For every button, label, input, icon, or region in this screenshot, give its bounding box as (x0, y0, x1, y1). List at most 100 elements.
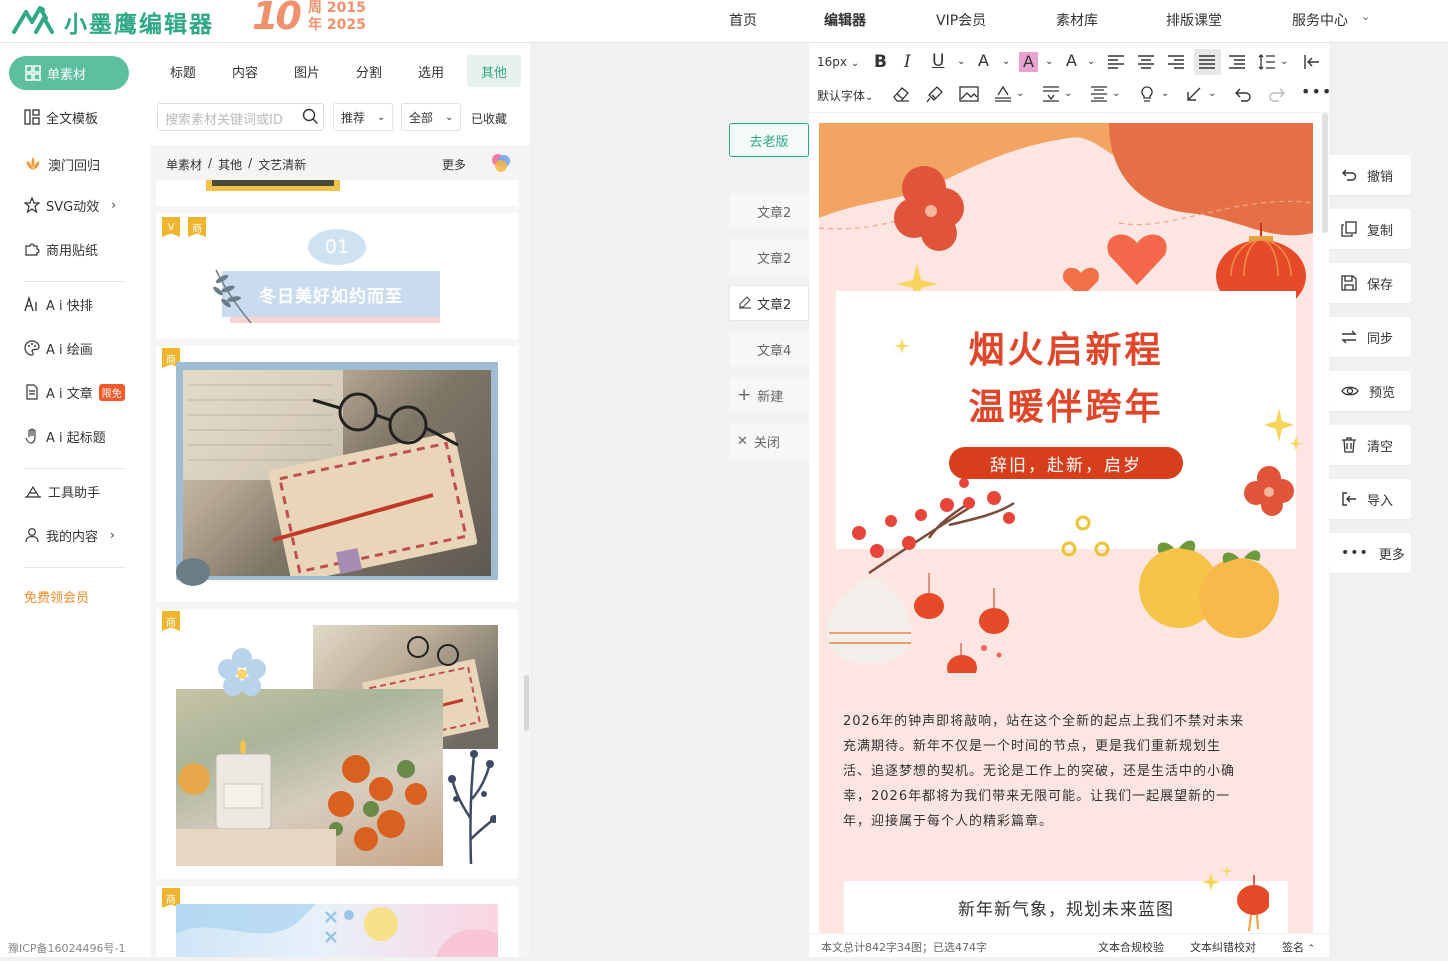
import-button[interactable]: 导入 (1329, 479, 1411, 519)
exit-icon[interactable] (1303, 53, 1321, 71)
more-link[interactable]: 更多 (442, 156, 466, 173)
chevron-down-icon[interactable]: ⌄ (1161, 88, 1169, 99)
spacing-icon[interactable] (1041, 85, 1061, 103)
nav-vip[interactable]: VIP会员 (936, 10, 986, 30)
filter-select[interactable]: 全部 ⌄ (401, 103, 461, 131)
material-card[interactable] (156, 180, 518, 206)
material-card[interactable]: 商 (156, 609, 518, 879)
favorites-link[interactable]: 已收藏 (471, 110, 507, 127)
font-family-select[interactable]: 默认字体⌄ (817, 87, 873, 104)
material-card[interactable]: 商 (156, 886, 518, 957)
eraser-icon[interactable] (892, 85, 910, 103)
sidebar-item-ai-article[interactable]: A i 文章 限免 (24, 380, 125, 404)
article-canvas[interactable]: 烟火启新程 温暖伴跨年 辞旧，赴新，启岁 2026年的钟声即将敲响，站在这个全新… (819, 123, 1313, 933)
chevron-down-icon[interactable]: ⌄ (1087, 56, 1095, 67)
chevron-down-icon[interactable]: ⌄ (957, 56, 965, 67)
color-palette-icon[interactable] (490, 152, 512, 174)
image-icon[interactable] (959, 85, 979, 103)
bulb-icon[interactable] (1137, 85, 1157, 103)
more-icon[interactable]: ••• (1301, 82, 1332, 101)
editor-scrollbar[interactable] (1322, 113, 1328, 233)
document-tab[interactable]: 文章2 (729, 239, 809, 275)
italic-icon[interactable]: I (904, 52, 911, 72)
undo-icon[interactable] (1234, 85, 1252, 103)
search-input[interactable]: 搜索素材关键词或ID (157, 103, 324, 131)
anniversary-years: 周 2015 年 2025 (308, 0, 366, 34)
nav-layout-class[interactable]: 排版课堂 (1166, 10, 1222, 30)
compliance-check-button[interactable]: 文本合规校验 (1098, 939, 1164, 955)
more-button[interactable]: ••• 更多 (1329, 533, 1411, 573)
sidebar-item-macau[interactable]: 澳门回归 (24, 152, 100, 176)
sidebar-item-commercial-stickers[interactable]: 商用贴纸 (24, 237, 98, 261)
material-card[interactable]: 商 (156, 346, 518, 602)
paragraph-spacing-icon[interactable] (1089, 85, 1109, 103)
breadcrumb-item[interactable]: 文艺清新 (258, 156, 306, 173)
breadcrumb-item[interactable]: 单素材 (166, 156, 202, 173)
tab-divider[interactable]: 分割 (356, 62, 382, 81)
sidebar-item-ai-drawing[interactable]: A i 绘画 (24, 336, 93, 360)
tab-image[interactable]: 图片 (294, 62, 320, 81)
search-icon[interactable] (302, 108, 319, 125)
tab-other[interactable]: 其他 (467, 55, 521, 87)
sidebar-item-full-template[interactable]: 全文模板 (24, 105, 98, 129)
nav-material-library[interactable]: 素材库 (1056, 10, 1098, 30)
text-effect-icon[interactable]: A (1066, 51, 1077, 70)
sidebar-item-ai-layout[interactable]: A i 快排 (24, 292, 93, 316)
old-version-button[interactable]: 去老版 (729, 123, 809, 157)
font-color-icon[interactable]: A (978, 51, 989, 70)
close-document-button[interactable]: ✕ 关闭 (729, 423, 809, 459)
chevron-down-icon[interactable]: ⌄ (1208, 88, 1216, 99)
proofread-button[interactable]: 文本纠错校对 (1190, 939, 1256, 955)
align-justify-icon[interactable] (1198, 54, 1216, 70)
document-tab[interactable]: 文章4 (729, 331, 809, 367)
free-member-link[interactable]: 免费领会员 (24, 587, 89, 606)
new-document-button[interactable]: + 新建 (729, 377, 809, 413)
line-height-icon[interactable] (1258, 54, 1276, 70)
icp-record[interactable]: 豫ICP备16024496号-1 (8, 940, 126, 956)
bold-icon[interactable]: B (874, 52, 887, 72)
chevron-down-icon[interactable]: ⌄ (1064, 88, 1072, 99)
logo-text[interactable]: 小墨鹰编辑器 (64, 5, 214, 39)
tab-content[interactable]: 内容 (232, 62, 258, 81)
underline-icon[interactable]: U (932, 51, 944, 71)
sidebar-item-my-content[interactable]: 我的内容 › (24, 523, 115, 547)
nav-home[interactable]: 首页 (729, 10, 757, 30)
material-card[interactable]: V 商 01 冬日美好如约而至 (156, 213, 518, 339)
tab-title[interactable]: 标题 (170, 62, 196, 81)
align-left-icon[interactable] (1107, 54, 1125, 70)
font-size-select[interactable]: 16px ⌄ (817, 55, 859, 69)
sidebar-item-tools[interactable]: 工具助手 (24, 479, 100, 503)
document-tab-active[interactable]: 文章2 (729, 285, 809, 321)
document-tab[interactable]: 文章2 (729, 193, 809, 229)
nav-editor[interactable]: 编辑器 (824, 10, 866, 30)
chevron-down-icon[interactable]: ⌄ (1045, 56, 1053, 67)
chevron-down-icon[interactable]: ⌄ (1280, 56, 1288, 67)
undo-button[interactable]: 撤销 (1329, 155, 1411, 195)
sidebar-item-ai-title[interactable]: A i 起标题 (24, 424, 106, 448)
arrow-down-left-icon[interactable] (1185, 85, 1203, 103)
highlight-color-icon[interactable]: A (1019, 52, 1038, 72)
sync-button[interactable]: 同步 (1329, 317, 1411, 357)
logo-icon[interactable] (12, 4, 60, 34)
tab-selected[interactable]: 选用 (418, 62, 444, 81)
align-center-icon[interactable] (1137, 54, 1155, 70)
indent-icon[interactable] (1228, 54, 1246, 70)
text-underline-style-icon[interactable] (993, 85, 1013, 103)
format-brush-icon[interactable] (926, 85, 944, 103)
save-button[interactable]: 保存 (1329, 263, 1411, 303)
copy-button[interactable]: 复制 (1329, 209, 1411, 249)
chevron-down-icon[interactable]: ⌄ (1016, 88, 1024, 99)
sort-select[interactable]: 推荐 ⌄ (333, 103, 393, 131)
redo-icon[interactable] (1268, 85, 1286, 103)
chevron-down-icon[interactable]: ⌄ (1112, 88, 1120, 99)
clear-button[interactable]: 清空 (1329, 425, 1411, 465)
align-right-icon[interactable] (1167, 54, 1185, 70)
sidebar-item-svg-animation[interactable]: SVG动效 › (24, 193, 116, 217)
breadcrumb-item[interactable]: 其他 (218, 156, 242, 173)
signature-button[interactable]: 签名 ⌃ (1282, 939, 1315, 955)
nav-service-center[interactable]: 服务中心 (1292, 10, 1348, 30)
sidebar-item-single-material[interactable]: 单素材 (9, 56, 129, 90)
preview-button[interactable]: 预览 (1329, 371, 1411, 411)
chevron-down-icon[interactable]: ⌄ (1002, 56, 1010, 67)
panel-scrollbar[interactable] (524, 675, 529, 731)
